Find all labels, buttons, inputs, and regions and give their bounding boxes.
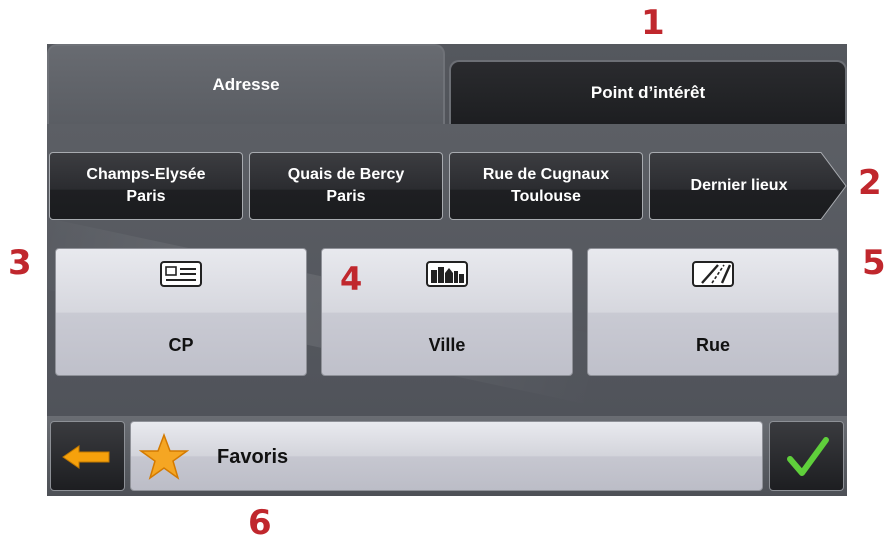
- callout-6: 6: [248, 503, 272, 543]
- favorites-label: Favoris: [217, 446, 289, 468]
- road-icon: [692, 261, 734, 287]
- street-button[interactable]: Rue: [587, 248, 839, 376]
- callout-5: 5: [862, 243, 886, 283]
- tab-point-of-interest[interactable]: Point d’intérêt: [449, 60, 847, 124]
- city-label: Ville: [428, 335, 466, 355]
- postcode-card-icon: [160, 261, 202, 287]
- recent-location-city: Paris: [126, 188, 166, 205]
- callout-3: 3: [8, 243, 32, 283]
- callout-4: 4: [340, 260, 363, 298]
- recent-location-city: Paris: [326, 188, 366, 205]
- confirm-button[interactable]: [769, 421, 844, 491]
- recent-location-2[interactable]: Quais de Bercy Paris: [249, 152, 443, 220]
- callout-1: 1: [641, 3, 665, 43]
- tab-address[interactable]: Adresse: [47, 44, 445, 124]
- favorites-button[interactable]: Favoris: [130, 421, 763, 491]
- last-places-button[interactable]: Dernier lieux: [649, 152, 847, 220]
- back-arrow-icon: [62, 445, 110, 469]
- callout-2: 2: [858, 163, 882, 203]
- recent-location-1[interactable]: Champs-Elysée Paris: [49, 152, 243, 220]
- tab-label: Adresse: [212, 75, 280, 94]
- postcode-button[interactable]: CP: [55, 248, 307, 376]
- address-panel: Champs-Elysée Paris Quais de Bercy Paris…: [47, 124, 847, 416]
- city-buildings-icon: [426, 261, 468, 287]
- recent-location-city: Toulouse: [511, 188, 581, 205]
- recent-location-3[interactable]: Rue de Cugnaux Toulouse: [449, 152, 643, 220]
- bottom-bar: Favoris: [47, 416, 847, 496]
- recent-location-street: Champs-Elysée: [86, 166, 206, 183]
- recent-location-street: Quais de Bercy: [287, 166, 405, 183]
- last-places-label: Dernier lieux: [690, 177, 788, 194]
- navigation-screen: Point d’intérêt Adresse Champs-Elysée Pa…: [47, 44, 847, 496]
- checkmark-icon: [787, 437, 829, 476]
- recent-location-street: Rue de Cugnaux: [482, 166, 610, 183]
- back-button[interactable]: [50, 421, 125, 491]
- star-icon: [139, 432, 189, 480]
- tab-label: Point d’intérêt: [590, 83, 706, 102]
- street-label: Rue: [695, 335, 730, 355]
- city-button[interactable]: 4 Ville: [321, 248, 573, 376]
- postcode-label: CP: [168, 335, 194, 355]
